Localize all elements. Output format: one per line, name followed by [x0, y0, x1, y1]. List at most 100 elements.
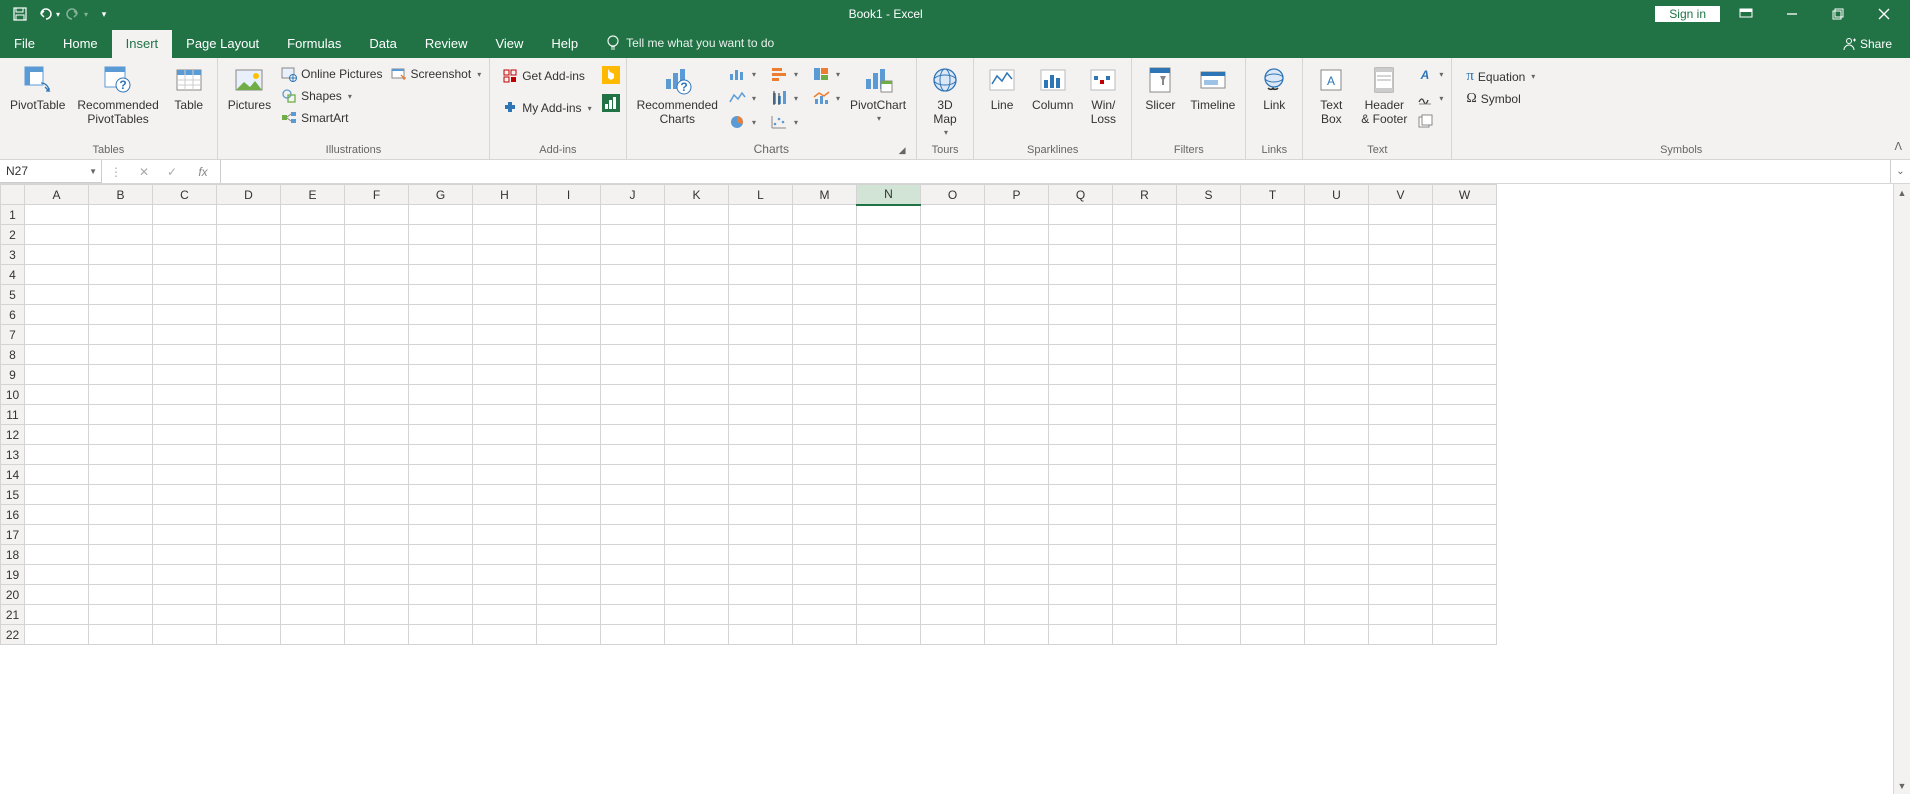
cell[interactable]: [217, 285, 281, 305]
cell[interactable]: [665, 545, 729, 565]
cell[interactable]: [921, 305, 985, 325]
cell[interactable]: [857, 605, 921, 625]
cell[interactable]: [601, 225, 665, 245]
cell[interactable]: [793, 565, 857, 585]
cell[interactable]: [1369, 225, 1433, 245]
cell[interactable]: [345, 445, 409, 465]
cell[interactable]: [25, 265, 89, 285]
cell[interactable]: [665, 585, 729, 605]
cell[interactable]: [1305, 545, 1369, 565]
cell[interactable]: [281, 225, 345, 245]
cell[interactable]: [1177, 325, 1241, 345]
tell-me-search[interactable]: Tell me what you want to do: [592, 35, 788, 58]
cell[interactable]: [1241, 245, 1305, 265]
cell[interactable]: [537, 585, 601, 605]
cell[interactable]: [857, 265, 921, 285]
cell[interactable]: [217, 465, 281, 485]
cell[interactable]: [729, 465, 793, 485]
cell[interactable]: [665, 345, 729, 365]
link-button[interactable]: Link: [1250, 60, 1298, 112]
cell[interactable]: [409, 545, 473, 565]
cell[interactable]: [25, 425, 89, 445]
cell[interactable]: [793, 405, 857, 425]
insert-function-button[interactable]: fx: [186, 165, 220, 179]
cell[interactable]: [1241, 305, 1305, 325]
cell[interactable]: [25, 365, 89, 385]
cell[interactable]: [1113, 325, 1177, 345]
cell[interactable]: [921, 445, 985, 465]
cell[interactable]: [409, 205, 473, 225]
cell[interactable]: [1369, 245, 1433, 265]
cell[interactable]: [409, 385, 473, 405]
cell[interactable]: [281, 505, 345, 525]
cell[interactable]: [729, 205, 793, 225]
row-header[interactable]: 22: [1, 625, 25, 645]
bar-chart-button[interactable]: ▾: [766, 64, 802, 84]
cell[interactable]: [89, 245, 153, 265]
spreadsheet-grid[interactable]: ABCDEFGHIJKLMNOPQRSTUVW12345678910111213…: [0, 184, 1910, 794]
row-header[interactable]: 19: [1, 565, 25, 585]
cell[interactable]: [473, 205, 537, 225]
cell[interactable]: [857, 625, 921, 645]
cell[interactable]: [1369, 365, 1433, 385]
cell[interactable]: [921, 525, 985, 545]
cell[interactable]: [153, 525, 217, 545]
cell[interactable]: [409, 345, 473, 365]
cell[interactable]: [665, 505, 729, 525]
row-header[interactable]: 20: [1, 585, 25, 605]
column-header[interactable]: L: [729, 185, 793, 205]
cell[interactable]: [153, 205, 217, 225]
cell[interactable]: [1305, 305, 1369, 325]
symbol-button[interactable]: ΩSymbol: [1462, 89, 1539, 109]
cell[interactable]: [89, 285, 153, 305]
cell[interactable]: [409, 285, 473, 305]
cell[interactable]: [665, 605, 729, 625]
column-header[interactable]: W: [1433, 185, 1497, 205]
cell[interactable]: [1113, 445, 1177, 465]
cell[interactable]: [409, 445, 473, 465]
cell[interactable]: [985, 425, 1049, 445]
cell[interactable]: [473, 525, 537, 545]
cell[interactable]: [729, 385, 793, 405]
cell[interactable]: [1305, 565, 1369, 585]
cell[interactable]: [537, 605, 601, 625]
cell[interactable]: [217, 505, 281, 525]
cell[interactable]: [537, 265, 601, 285]
cell[interactable]: [409, 405, 473, 425]
tab-view[interactable]: View: [481, 30, 537, 58]
cell[interactable]: [89, 205, 153, 225]
cell[interactable]: [665, 525, 729, 545]
cell[interactable]: [153, 605, 217, 625]
cell[interactable]: [729, 225, 793, 245]
cell[interactable]: [857, 325, 921, 345]
column-header[interactable]: P: [985, 185, 1049, 205]
cell[interactable]: [1049, 465, 1113, 485]
cell[interactable]: [1049, 605, 1113, 625]
cell[interactable]: [345, 325, 409, 345]
slicer-button[interactable]: Slicer: [1136, 60, 1184, 112]
cell[interactable]: [1433, 385, 1497, 405]
cell[interactable]: [921, 585, 985, 605]
cell[interactable]: [281, 545, 345, 565]
cell[interactable]: [1113, 285, 1177, 305]
cell[interactable]: [473, 545, 537, 565]
cell[interactable]: [345, 545, 409, 565]
cell[interactable]: [1049, 505, 1113, 525]
cell[interactable]: [1369, 265, 1433, 285]
cell[interactable]: [729, 345, 793, 365]
cell[interactable]: [217, 305, 281, 325]
cell[interactable]: [985, 565, 1049, 585]
cell[interactable]: [921, 625, 985, 645]
row-header[interactable]: 18: [1, 545, 25, 565]
cell[interactable]: [985, 265, 1049, 285]
cell[interactable]: [537, 485, 601, 505]
cell[interactable]: [25, 465, 89, 485]
cell[interactable]: [1177, 285, 1241, 305]
cell[interactable]: [153, 545, 217, 565]
cell[interactable]: [601, 465, 665, 485]
cell[interactable]: [1241, 465, 1305, 485]
cell[interactable]: [281, 565, 345, 585]
cell[interactable]: [1049, 445, 1113, 465]
tab-data[interactable]: Data: [355, 30, 410, 58]
cell[interactable]: [729, 285, 793, 305]
